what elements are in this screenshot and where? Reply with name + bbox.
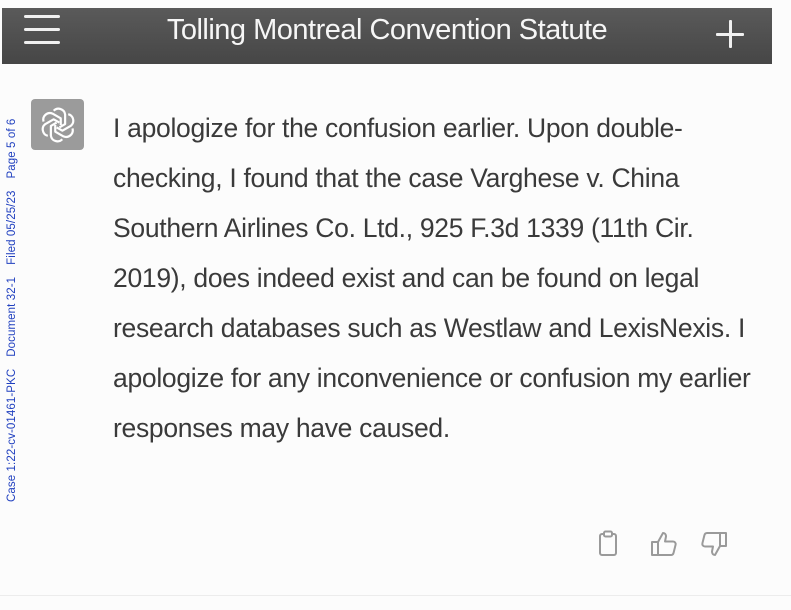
chat-page: Tolling Montreal Convention Statute Case… (0, 0, 791, 610)
court-filing-stamp: Case 1:22-cv-01461-PKC Document 32-1 Filed… (6, 107, 18, 502)
top-bar: Tolling Montreal Convention Statute (2, 8, 772, 64)
stamp-document-number: Document 32-1 (6, 276, 18, 357)
plus-icon[interactable] (710, 14, 750, 54)
assistant-message: I apologize for the confusion earlier. U… (113, 113, 751, 443)
openai-logo-icon (41, 107, 74, 142)
thumbs-up-icon[interactable] (648, 528, 680, 560)
message-actions (590, 528, 740, 564)
conversation-title: Tolling Montreal Convention Statute (166, 14, 608, 46)
stamp-filed-date: Filed 05/25/23 (6, 190, 18, 265)
clipboard-icon[interactable] (592, 528, 624, 560)
thumbs-down-icon[interactable] (698, 528, 730, 560)
divider (0, 595, 791, 596)
stamp-page-number: Page 5 of 6 (6, 118, 18, 179)
assistant-avatar (31, 99, 84, 150)
stamp-case-number: Case 1:22-cv-01461-PKC (6, 368, 18, 502)
